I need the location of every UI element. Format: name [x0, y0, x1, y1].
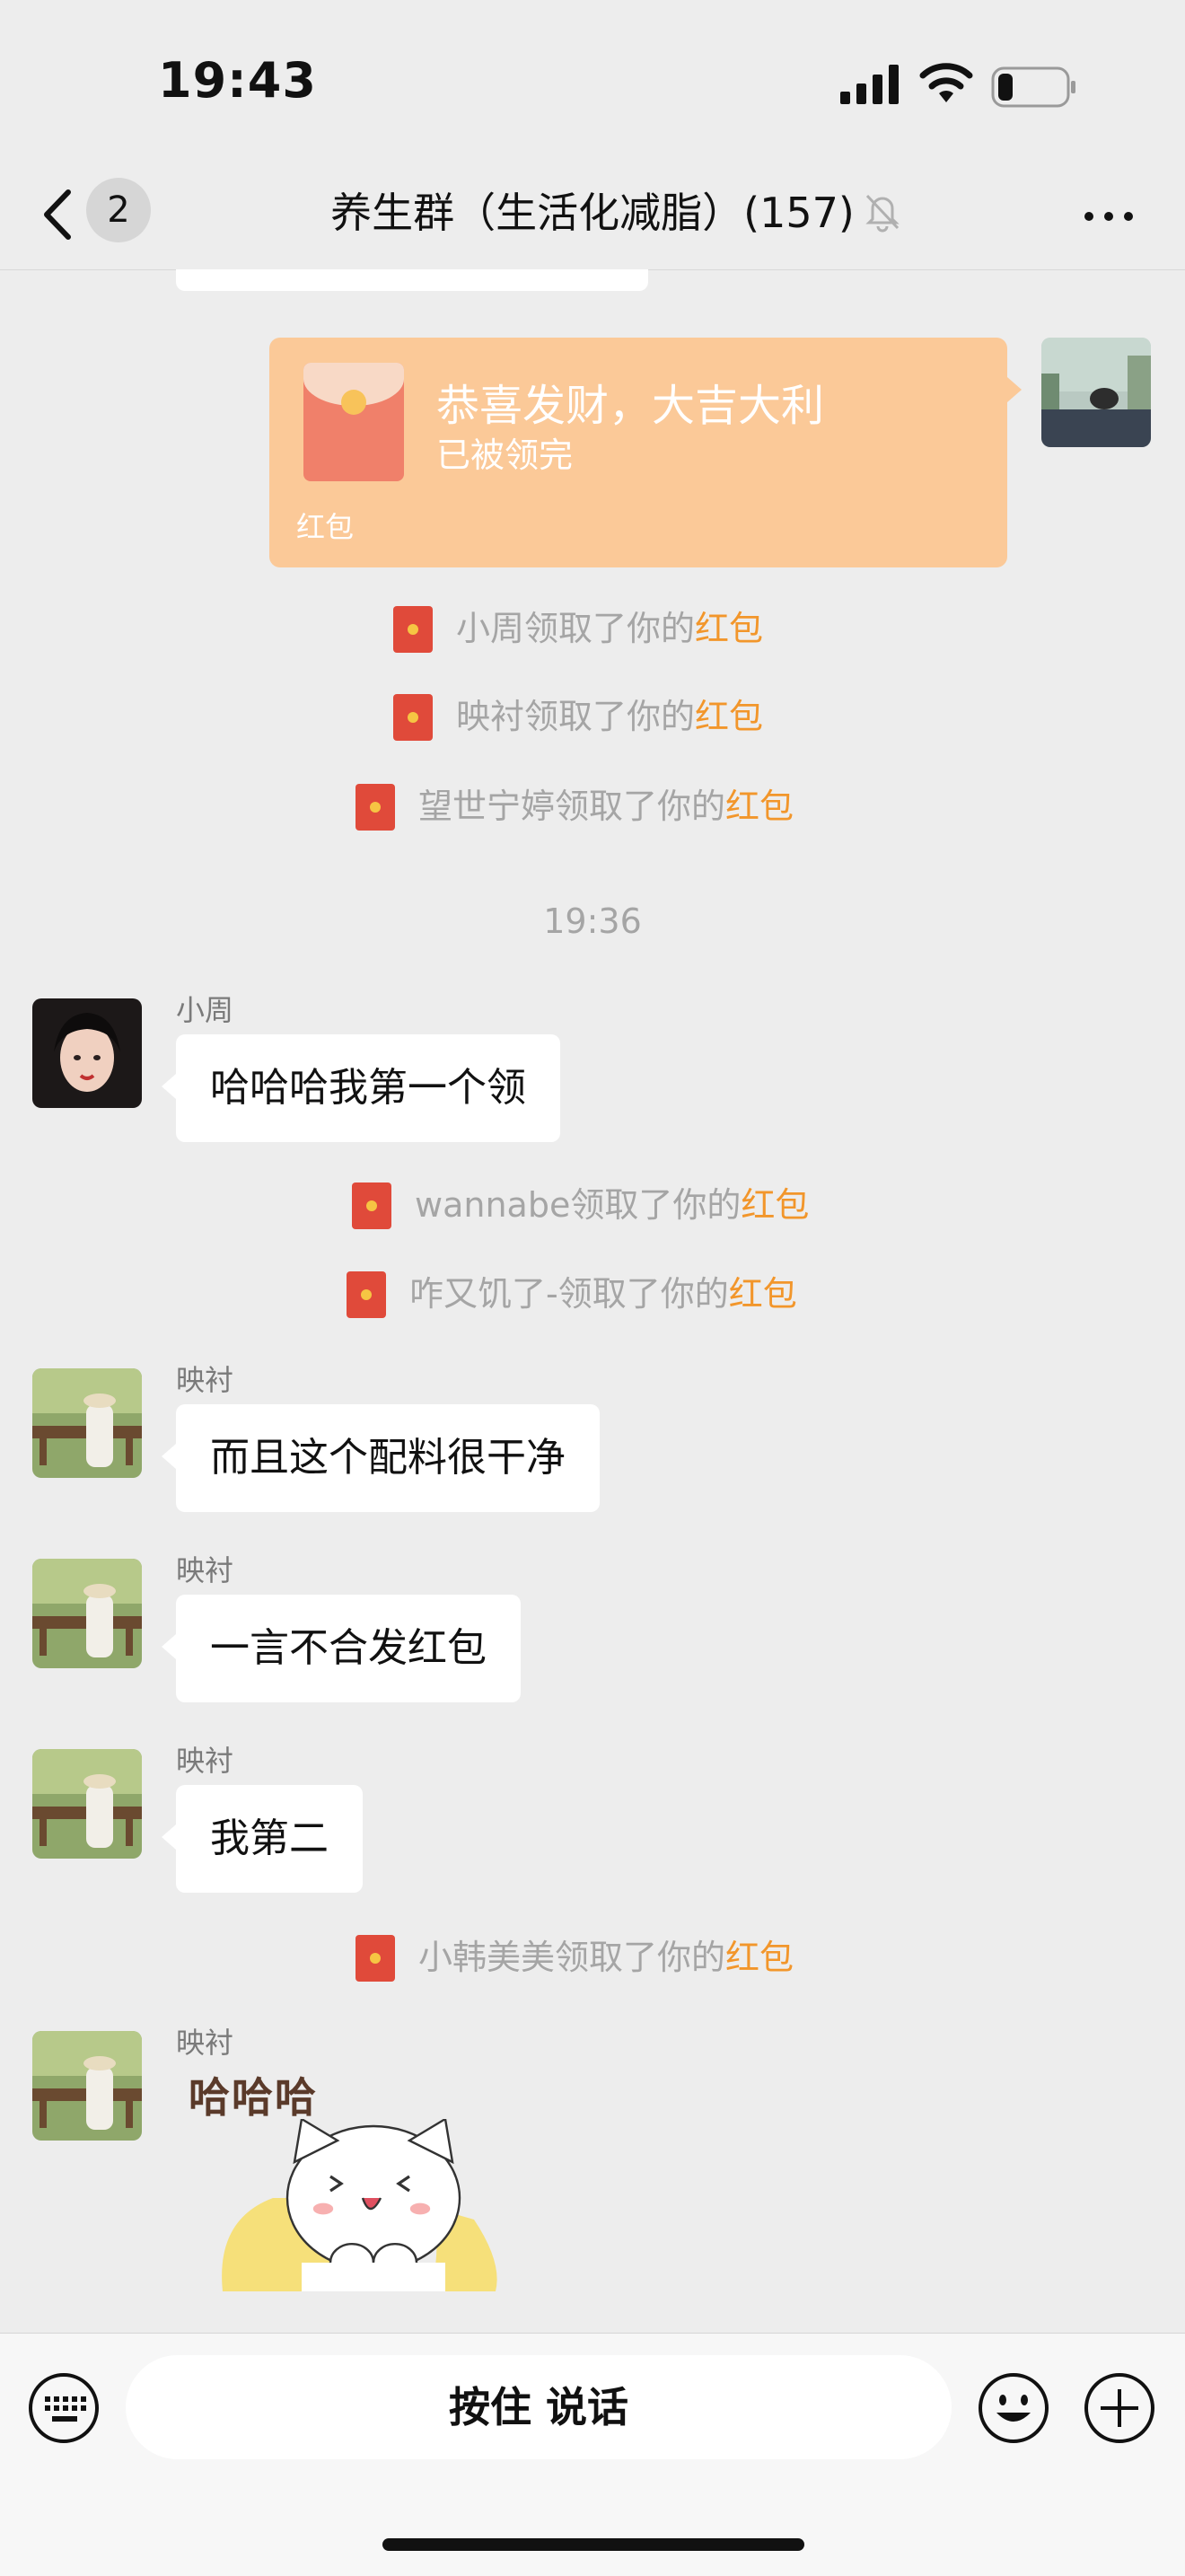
- status-bar: 19:43: [0, 0, 1185, 162]
- red-packet-footer: 红包: [296, 510, 355, 544]
- red-packet-claimed-notice: 映衬领取了你的红包: [393, 691, 763, 742]
- signal-icon: [840, 65, 899, 104]
- red-packet-icon: [393, 605, 433, 653]
- message-bubble[interactable]: 我第二: [162, 1785, 363, 1893]
- notice-text: 小周领取了你的: [456, 609, 696, 648]
- chat-title: 养生群（生活化减脂）(157): [330, 189, 855, 237]
- sender-name: 映衬: [176, 1363, 234, 1397]
- plus-icon[interactable]: [1083, 2371, 1156, 2445]
- red-packet-icon: [393, 693, 433, 741]
- bell-slash-icon: [865, 194, 900, 233]
- smiley-icon[interactable]: [977, 2371, 1050, 2445]
- more-options-button[interactable]: [1074, 189, 1146, 242]
- message-bubble[interactable]: 哈哈哈我第一个领: [162, 1034, 560, 1142]
- red-packet-icon: [356, 783, 395, 831]
- sender-avatar[interactable]: [32, 1368, 142, 1478]
- notice-text: 咋又饥了-领取了你的: [409, 1274, 729, 1314]
- status-time: 19:43: [158, 52, 317, 109]
- red-packet-link[interactable]: 红包: [725, 787, 794, 826]
- sender-name: 映衬: [176, 2026, 234, 2060]
- red-packet-icon: [303, 363, 404, 481]
- red-packet-icon: [356, 1934, 395, 1982]
- red-packet-claimed-notice: 小韩美美领取了你的红包: [356, 1932, 794, 1983]
- hold-to-talk-button[interactable]: 按住 说话: [126, 2355, 952, 2459]
- red-packet-claimed-notice: wannabe领取了你的红包: [352, 1180, 809, 1230]
- red-packet-icon: [347, 1270, 386, 1318]
- red-packet-link[interactable]: 红包: [725, 1938, 794, 1977]
- red-packet-status: 已被领完: [436, 435, 574, 475]
- home-indicator: [382, 2538, 804, 2551]
- red-packet-claimed-notice: 望世宁婷领取了你的红包: [356, 781, 794, 831]
- red-packet-link[interactable]: 红包: [695, 697, 763, 736]
- message-bubble-partial: [176, 269, 648, 291]
- keyboard-icon[interactable]: [27, 2371, 101, 2445]
- cat-sticker[interactable]: [180, 2119, 539, 2334]
- red-packet-icon: [352, 1182, 391, 1229]
- message-bubble[interactable]: 而且这个配料很干净: [162, 1404, 600, 1512]
- red-packet-card[interactable]: 恭喜发财，大吉大利 已被领完 红包: [269, 338, 1022, 567]
- wifi-icon: [919, 63, 973, 102]
- notice-text: wannabe领取了你的: [415, 1185, 742, 1225]
- red-packet-link[interactable]: 红包: [741, 1185, 809, 1225]
- sender-avatar[interactable]: [32, 2031, 142, 2141]
- red-packet-claimed-notice: 小周领取了你的红包: [393, 603, 763, 654]
- sender-name: 小周: [176, 993, 234, 1027]
- red-packet-link[interactable]: 红包: [695, 609, 763, 648]
- unread-count-badge[interactable]: 2: [86, 178, 151, 242]
- battery-icon: [991, 66, 1075, 108]
- my-avatar[interactable]: [1041, 338, 1151, 447]
- red-packet-link[interactable]: 红包: [729, 1274, 797, 1314]
- notice-text: 映衬领取了你的: [456, 697, 696, 736]
- timestamp: 19:36: [543, 901, 642, 941]
- sender-name: 映衬: [176, 1553, 234, 1587]
- notice-text: 小韩美美领取了你的: [418, 1938, 726, 1977]
- sender-avatar[interactable]: [32, 998, 142, 1108]
- red-packet-claimed-notice: 咋又饥了-领取了你的红包: [347, 1269, 797, 1319]
- message-bubble[interactable]: 一言不合发红包: [162, 1595, 521, 1702]
- notice-text: 望世宁婷领取了你的: [418, 787, 726, 826]
- sender-name: 映衬: [176, 1744, 234, 1778]
- nav-bar: 2 养生群（生活化减脂）(157): [0, 162, 1185, 270]
- sender-avatar[interactable]: [32, 1749, 142, 1859]
- red-packet-greeting: 恭喜发财，大吉大利: [436, 381, 825, 431]
- sender-avatar[interactable]: [32, 1559, 142, 1668]
- sticker-caption: 哈哈哈: [189, 2073, 318, 2122]
- back-chevron-icon[interactable]: [32, 183, 86, 246]
- input-bar: 按住 说话: [0, 2333, 1185, 2576]
